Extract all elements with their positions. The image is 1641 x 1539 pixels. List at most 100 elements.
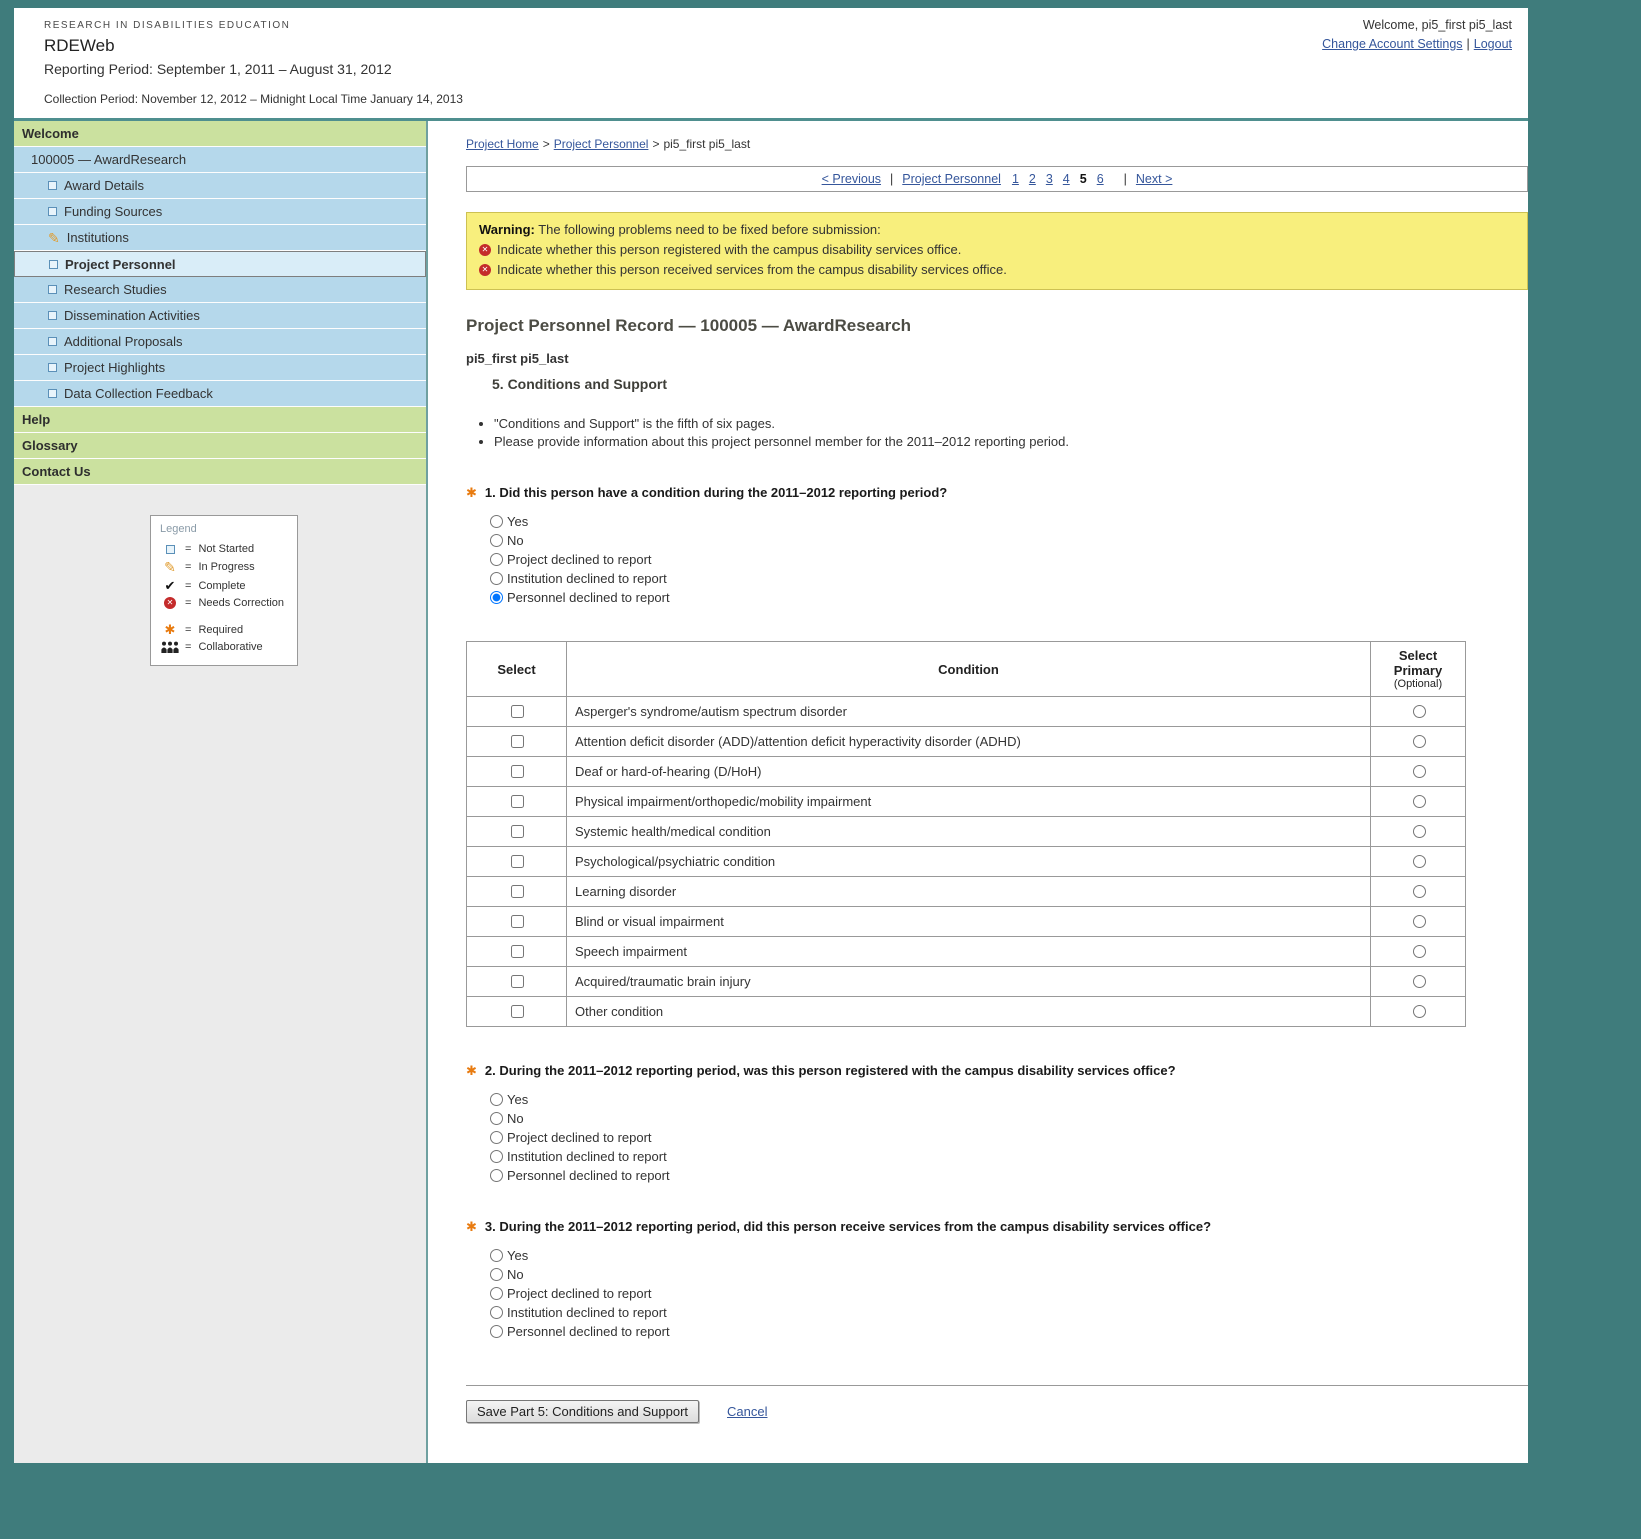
- primary-radio-learning-disorder[interactable]: [1413, 885, 1426, 898]
- condition-checkbox-other-condition[interactable]: [511, 1005, 524, 1018]
- condition-primary-cell: [1371, 847, 1466, 877]
- radio-q3-no[interactable]: [490, 1268, 503, 1281]
- sidebar-item-data-collection-feedback[interactable]: Data Collection Feedback: [14, 381, 426, 407]
- save-button[interactable]: Save Part 5: Conditions and Support: [466, 1400, 699, 1423]
- condition-checkbox-physical-impairment-orthopedic-mobility-impairment[interactable]: [511, 795, 524, 808]
- radio-q1-institution-declined-to-report[interactable]: [490, 572, 503, 585]
- radio-q3-project-declined-to-report[interactable]: [490, 1287, 503, 1300]
- radio-option-q2-no[interactable]: No: [490, 1111, 1528, 1126]
- radio-option-q3-no[interactable]: No: [490, 1267, 1528, 1282]
- radio-option-q2-project-declined-to-report[interactable]: Project declined to report: [490, 1130, 1528, 1145]
- radio-option-q1-yes[interactable]: Yes: [490, 514, 1528, 529]
- sidebar-item-project-highlights[interactable]: Project Highlights: [14, 355, 426, 381]
- previous-link[interactable]: < Previous: [822, 172, 881, 186]
- condition-checkbox-acquired-traumatic-brain-injury[interactable]: [511, 975, 524, 988]
- pagination-section-link[interactable]: Project Personnel: [902, 172, 1001, 186]
- radio-option-q1-no[interactable]: No: [490, 533, 1528, 548]
- radio-q3-personnel-declined-to-report[interactable]: [490, 1325, 503, 1338]
- condition-label: Other condition: [567, 997, 1371, 1027]
- radio-option-q3-project-declined-to-report[interactable]: Project declined to report: [490, 1286, 1528, 1301]
- primary-radio-physical-impairment-orthopedic-mobility-impairment[interactable]: [1413, 795, 1426, 808]
- radio-q1-project-declined-to-report[interactable]: [490, 553, 503, 566]
- collection-period-label: Collection Period:: [44, 92, 138, 106]
- condition-checkbox-psychological-psychiatric-condition[interactable]: [511, 855, 524, 868]
- needs-correction-icon: ✕: [164, 597, 176, 609]
- radio-option-q2-personnel-declined-to-report[interactable]: Personnel declined to report: [490, 1168, 1528, 1183]
- radio-option-q1-institution-declined-to-report[interactable]: Institution declined to report: [490, 571, 1528, 586]
- sidebar-item-additional-proposals[interactable]: Additional Proposals: [14, 329, 426, 355]
- sidebar-item-institutions[interactable]: ✎Institutions: [14, 225, 426, 251]
- primary-radio-asperger-s-syndrome-autism-spectrum-disorder[interactable]: [1413, 705, 1426, 718]
- condition-checkbox-blind-or-visual-impairment[interactable]: [511, 915, 524, 928]
- radio-option-q3-institution-declined-to-report[interactable]: Institution declined to report: [490, 1305, 1528, 1320]
- radio-option-label: Project declined to report: [507, 552, 652, 567]
- not-started-icon: [48, 181, 57, 190]
- sidebar-item-label: Contact Us: [22, 464, 91, 479]
- condition-select-cell: [467, 997, 567, 1027]
- radio-q2-institution-declined-to-report[interactable]: [490, 1150, 503, 1163]
- change-account-settings-link[interactable]: Change Account Settings: [1322, 37, 1462, 51]
- condition-checkbox-attention-deficit-disorder-add-attention-deficit-hyperactivity-disorder-adhd[interactable]: [511, 735, 524, 748]
- radio-q3-yes[interactable]: [490, 1249, 503, 1262]
- radio-q1-personnel-declined-to-report[interactable]: [490, 591, 503, 604]
- radio-q1-yes[interactable]: [490, 515, 503, 528]
- primary-radio-speech-impairment[interactable]: [1413, 945, 1426, 958]
- radio-option-q1-project-declined-to-report[interactable]: Project declined to report: [490, 552, 1528, 567]
- primary-radio-systemic-health-medical-condition[interactable]: [1413, 825, 1426, 838]
- breadcrumb-link-project-home[interactable]: Project Home: [466, 137, 539, 151]
- legend-equals: =: [185, 641, 191, 653]
- sidebar-item-funding-sources[interactable]: Funding Sources: [14, 199, 426, 225]
- table-row: Asperger's syndrome/autism spectrum diso…: [467, 697, 1466, 727]
- logout-link[interactable]: Logout: [1474, 37, 1512, 51]
- primary-radio-deaf-or-hard-of-hearing-d-hoh[interactable]: [1413, 765, 1426, 778]
- cancel-link[interactable]: Cancel: [727, 1404, 767, 1419]
- condition-checkbox-learning-disorder[interactable]: [511, 885, 524, 898]
- radio-q1-no[interactable]: [490, 534, 503, 547]
- radio-option-label: Project declined to report: [507, 1130, 652, 1145]
- next-link[interactable]: Next >: [1136, 172, 1172, 186]
- primary-radio-psychological-psychiatric-condition[interactable]: [1413, 855, 1426, 868]
- radio-option-q2-yes[interactable]: Yes: [490, 1092, 1528, 1107]
- sidebar-item-research-studies[interactable]: Research Studies: [14, 277, 426, 303]
- sidebar-item-100005-awardresearch[interactable]: 100005 — AwardResearch: [14, 147, 426, 173]
- sidebar-item-contact-us[interactable]: Contact Us: [14, 459, 426, 485]
- legend-icon-cell: ✱: [160, 623, 180, 636]
- condition-checkbox-speech-impairment[interactable]: [511, 945, 524, 958]
- page-link-4[interactable]: 4: [1063, 172, 1070, 186]
- sidebar-item-glossary[interactable]: Glossary: [14, 433, 426, 459]
- question-text: ✱3. During the 2011–2012 reporting perio…: [466, 1219, 1528, 1235]
- primary-radio-attention-deficit-disorder-add-attention-deficit-hyperactivity-disorder-adhd[interactable]: [1413, 735, 1426, 748]
- radio-q2-no[interactable]: [490, 1112, 503, 1125]
- legend-entries: =Not Started✎=In Progress✔=Complete✕=Nee…: [160, 543, 288, 653]
- sidebar-item-dissemination-activities[interactable]: Dissemination Activities: [14, 303, 426, 329]
- condition-primary-cell: [1371, 937, 1466, 967]
- legend-title: Legend: [160, 523, 288, 535]
- sidebar-item-award-details[interactable]: Award Details: [14, 173, 426, 199]
- not-started-icon: [48, 363, 57, 372]
- page-link-3[interactable]: 3: [1046, 172, 1053, 186]
- sidebar-item-welcome[interactable]: Welcome: [14, 121, 426, 147]
- radio-q2-project-declined-to-report[interactable]: [490, 1131, 503, 1144]
- radio-q3-institution-declined-to-report[interactable]: [490, 1306, 503, 1319]
- radio-q2-personnel-declined-to-report[interactable]: [490, 1169, 503, 1182]
- sidebar-item-project-personnel[interactable]: Project Personnel: [14, 251, 426, 277]
- radio-option-q1-personnel-declined-to-report[interactable]: Personnel declined to report: [490, 590, 1528, 605]
- primary-radio-acquired-traumatic-brain-injury[interactable]: [1413, 975, 1426, 988]
- radio-option-q3-personnel-declined-to-report[interactable]: Personnel declined to report: [490, 1324, 1528, 1339]
- radio-option-q2-institution-declined-to-report[interactable]: Institution declined to report: [490, 1149, 1528, 1164]
- radio-option-q3-yes[interactable]: Yes: [490, 1248, 1528, 1263]
- page-link-1[interactable]: 1: [1012, 172, 1019, 186]
- page-link-2[interactable]: 2: [1029, 172, 1036, 186]
- col-header-condition: Condition: [567, 642, 1371, 697]
- condition-checkbox-deaf-or-hard-of-hearing-d-hoh[interactable]: [511, 765, 524, 778]
- question-text: ✱2. During the 2011–2012 reporting perio…: [466, 1063, 1528, 1079]
- primary-radio-other-condition[interactable]: [1413, 1005, 1426, 1018]
- page-link-6[interactable]: 6: [1097, 172, 1104, 186]
- condition-checkbox-systemic-health-medical-condition[interactable]: [511, 825, 524, 838]
- condition-checkbox-asperger-s-syndrome-autism-spectrum-disorder[interactable]: [511, 705, 524, 718]
- breadcrumb-link-project-personnel[interactable]: Project Personnel: [554, 137, 649, 151]
- conditions-table: Select Condition Select Primary (Optiona…: [466, 641, 1466, 1027]
- sidebar-item-help[interactable]: Help: [14, 407, 426, 433]
- radio-q2-yes[interactable]: [490, 1093, 503, 1106]
- primary-radio-blind-or-visual-impairment[interactable]: [1413, 915, 1426, 928]
